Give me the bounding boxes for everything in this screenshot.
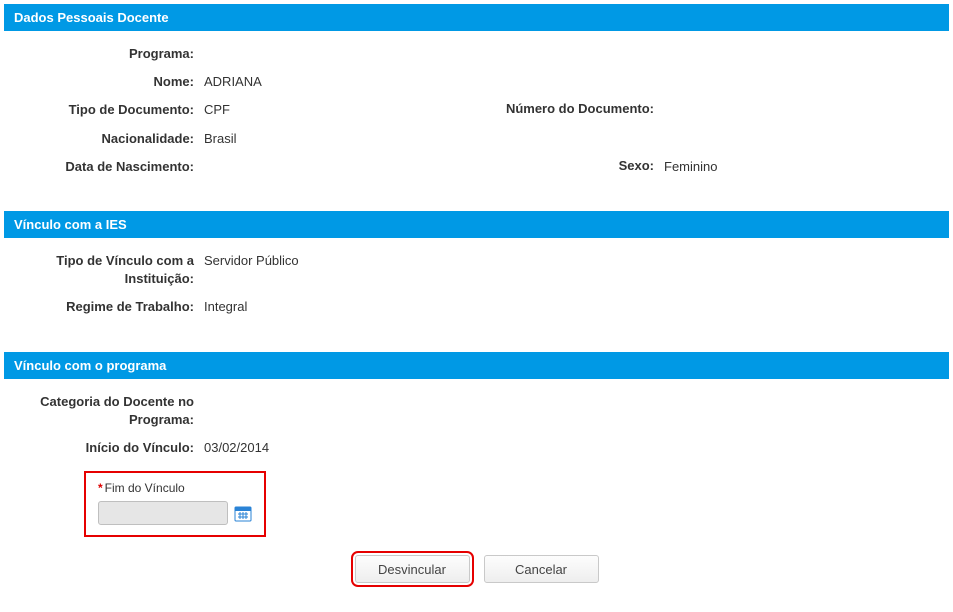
value-tipo-documento: CPF — [204, 101, 230, 119]
desvincular-button[interactable]: Desvincular — [355, 555, 470, 583]
label-data-nascimento: Data de Nascimento: — [14, 158, 204, 176]
value-nacionalidade: Brasil — [204, 130, 237, 148]
panel-header-vinculo-ies: Vínculo com a IES — [4, 211, 949, 238]
panel-vinculo-ies: Vínculo com a IES Tipo de Vínculo com a … — [4, 211, 949, 337]
label-nacionalidade: Nacionalidade: — [14, 130, 204, 148]
value-regime-trabalho: Integral — [204, 298, 247, 316]
fim-vinculo-input[interactable] — [98, 501, 228, 525]
cancelar-button[interactable]: Cancelar — [484, 555, 599, 583]
calendar-icon[interactable] — [234, 504, 252, 522]
panel-header-dados-pessoais: Dados Pessoais Docente — [4, 4, 949, 31]
value-nome: ADRIANA — [204, 73, 262, 91]
label-tipo-documento: Tipo de Documento: — [14, 101, 204, 119]
panel-body-vinculo-ies: Tipo de Vínculo com a Instituição: Servi… — [4, 238, 949, 337]
label-regime-trabalho: Regime de Trabalho: — [14, 298, 204, 316]
label-programa: Programa: — [14, 45, 204, 63]
button-row: Desvincular Cancelar — [14, 555, 939, 583]
fim-vinculo-highlight: *Fim do Vínculo — [84, 471, 266, 537]
label-fim-vinculo: *Fim do Vínculo — [98, 481, 252, 495]
label-sexo: Sexo: — [444, 158, 664, 173]
panel-header-vinculo-programa: Vínculo com o programa — [4, 352, 949, 379]
panel-body-dados-pessoais: Programa: Nome: ADRIANA Tipo de Document… — [4, 31, 949, 196]
panel-body-vinculo-programa: Categoria do Docente no Programa: Início… — [4, 379, 949, 594]
value-sexo: Feminino — [664, 158, 717, 176]
required-asterisk: * — [98, 481, 103, 495]
label-nome: Nome: — [14, 73, 204, 91]
label-categoria-docente: Categoria do Docente no Programa: — [14, 393, 204, 429]
panel-vinculo-programa: Vínculo com o programa Categoria do Doce… — [4, 352, 949, 594]
value-inicio-vinculo: 03/02/2014 — [204, 439, 269, 457]
label-numero-documento: Número do Documento: — [444, 101, 664, 116]
panel-dados-pessoais: Dados Pessoais Docente Programa: Nome: A… — [4, 4, 949, 196]
label-tipo-vinculo-ies: Tipo de Vínculo com a Instituição: — [14, 252, 204, 288]
label-inicio-vinculo: Início do Vínculo: — [14, 439, 204, 457]
value-tipo-vinculo-ies: Servidor Público — [204, 252, 299, 270]
